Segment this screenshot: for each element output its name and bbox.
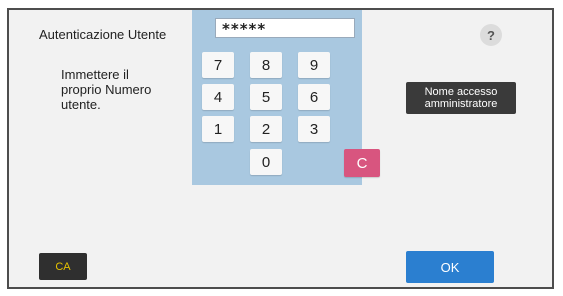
key-5[interactable]: 5 [250,84,282,110]
key-2[interactable]: 2 [250,116,282,142]
key-1[interactable]: 1 [202,116,234,142]
key-7[interactable]: 7 [202,52,234,78]
key-3[interactable]: 3 [298,116,330,142]
admin-button-line-2: amministratore [424,98,498,110]
help-button[interactable]: ? [480,24,502,46]
ok-button[interactable]: OK [406,251,494,283]
ca-button[interactable]: CA [39,253,87,280]
instruction-text: Immettere il proprio Numero utente. [61,67,181,112]
key-8[interactable]: 8 [250,52,282,78]
key-4[interactable]: 4 [202,84,234,110]
page-title: Autenticazione Utente [39,27,167,42]
instruction-line-2: proprio Numero [61,82,152,97]
keypad-panel: ***** 7 8 9 4 5 6 1 2 3 0 C [192,10,380,185]
key-6[interactable]: 6 [298,84,330,110]
instruction-line-3: utente. [61,97,101,112]
key-9[interactable]: 9 [298,52,330,78]
user-number-field[interactable]: ***** [215,18,355,38]
key-0[interactable]: 0 [250,149,282,175]
admin-login-name-button[interactable]: Nome accesso amministratore [406,82,516,114]
auth-screen: Autenticazione Utente Immettere il propr… [7,8,554,289]
admin-button-line-1: Nome accesso [424,86,498,98]
clear-key[interactable]: C [344,149,380,177]
help-icon: ? [487,27,495,43]
instruction-line-1: Immettere il [61,67,129,82]
